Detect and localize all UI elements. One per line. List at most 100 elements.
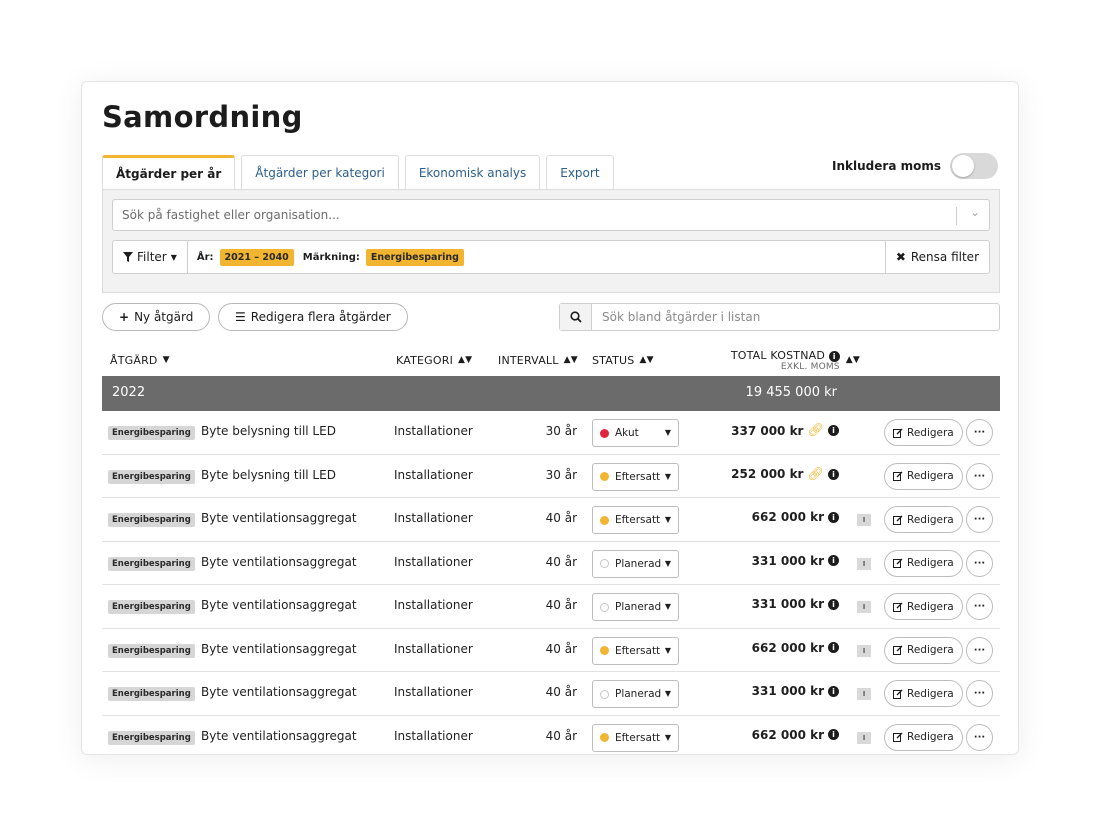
tab-export[interactable]: Export	[546, 155, 614, 189]
column-header-category[interactable]: KATEGORI ▲▼	[396, 344, 472, 376]
property-search-input[interactable]: Sök på fastighet eller organisation... ⌄	[112, 199, 990, 231]
status-select[interactable]: Planerad ▼	[592, 593, 679, 621]
info-icon[interactable]: i	[828, 729, 839, 740]
column-header-interval[interactable]: INTERVALL ▲▼	[498, 344, 578, 376]
edit-icon	[893, 645, 903, 655]
indicator-icon[interactable]: I	[857, 601, 871, 613]
indicator-icon[interactable]: I	[857, 731, 871, 744]
action-name[interactable]: Byte ventilationsaggregat	[201, 729, 357, 743]
edit-icon	[893, 689, 903, 699]
column-header-action[interactable]: ÅTGÄRD ▼	[110, 344, 170, 376]
marking-tag: Energibesparing	[108, 426, 195, 440]
column-header-status[interactable]: STATUS ▲▼	[592, 344, 654, 376]
bulk-edit-button[interactable]: ☰ Redigera flera åtgärder	[218, 303, 408, 331]
cost-value: 331 000 kr	[751, 553, 824, 568]
status-select[interactable]: Planerad ▼	[592, 549, 679, 578]
action-name[interactable]: Byte belysning till LED	[201, 468, 336, 482]
indicator-icon[interactable]: I	[857, 644, 871, 657]
link-icon[interactable]: 🔗︎	[807, 467, 824, 482]
more-options-button[interactable]: ···	[966, 723, 993, 751]
more-options-button[interactable]: ···	[966, 462, 993, 490]
cost-cell: 331 000 kr i	[752, 597, 839, 611]
tab-actions-per-category[interactable]: Åtgärder per kategori	[241, 155, 399, 189]
sort-icon: ▲▼	[563, 355, 578, 365]
info-icon[interactable]: i	[828, 598, 839, 610]
action-name[interactable]: Byte ventilationsaggregat	[201, 598, 357, 612]
edit-icon	[893, 732, 903, 742]
action-name[interactable]: Byte belysning till LED	[201, 424, 336, 438]
indicator-icon[interactable]: I	[857, 688, 871, 700]
info-icon[interactable]: i	[828, 350, 840, 362]
list-search-input[interactable]: Sök bland åtgärder i listan	[559, 303, 1000, 331]
search-placeholder: Sök på fastighet eller organisation...	[122, 208, 340, 222]
edit-button[interactable]: Redigera	[884, 680, 963, 707]
status-select[interactable]: Eftersatt ▼	[592, 723, 679, 752]
funnel-icon	[123, 252, 133, 262]
edit-button[interactable]: Redigera	[884, 723, 963, 751]
interval-cell: 40 år	[545, 598, 577, 612]
active-filters-bar: Filter ▼ År: 2021 – 2040 Märkning: Energ…	[112, 240, 990, 274]
action-name[interactable]: Byte ventilationsaggregat	[201, 685, 357, 699]
edit-button[interactable]: Redigera	[884, 593, 963, 620]
cost-cell: 662 000 kr i	[752, 641, 839, 655]
caret-down-icon: ▼	[170, 252, 177, 262]
edit-button[interactable]: Redigera	[884, 462, 963, 490]
column-label: TOTAL KOSTNAD	[730, 348, 826, 362]
tab-actions-per-year[interactable]: Åtgärder per år	[102, 155, 236, 189]
marking-filter-label: Märkning:	[302, 251, 360, 263]
filter-dropdown-button[interactable]: Filter ▼	[113, 241, 188, 273]
search-icon	[560, 304, 592, 330]
edit-button[interactable]: Redigera	[884, 506, 963, 533]
more-options-button[interactable]: ···	[966, 636, 993, 664]
edit-button[interactable]: Redigera	[884, 549, 963, 577]
info-icon[interactable]: i	[828, 685, 839, 697]
cost-cell: 331 000 kr i	[752, 684, 839, 698]
tab-economic-analysis[interactable]: Ekonomisk analys	[404, 155, 541, 189]
edit-label: Redigera	[907, 731, 954, 743]
more-options-button[interactable]: ···	[966, 549, 993, 577]
more-options-button[interactable]: ···	[966, 593, 993, 620]
edit-icon	[893, 515, 903, 525]
edit-button[interactable]: Redigera	[884, 636, 963, 664]
status-dot-icon	[600, 602, 609, 612]
link-icon[interactable]: 🔗︎	[807, 423, 824, 438]
edit-button[interactable]: Redigera	[884, 419, 963, 446]
year-filter-chip[interactable]: 2021 – 2040	[219, 248, 294, 266]
edit-label: Redigera	[907, 687, 954, 700]
status-select[interactable]: Eftersatt ▼	[592, 506, 679, 534]
cost-value: 252 000 kr	[731, 467, 804, 481]
status-select[interactable]: Eftersatt ▼	[592, 462, 679, 491]
info-icon[interactable]: i	[828, 642, 839, 653]
chevron-down-icon[interactable]: ⌄	[970, 205, 980, 219]
action-name[interactable]: Byte ventilationsaggregat	[201, 555, 357, 569]
new-action-button[interactable]: + Ny åtgärd	[102, 303, 211, 331]
caret-down-icon: ▼	[162, 355, 170, 365]
include-vat-toggle[interactable]	[950, 153, 998, 179]
more-options-button[interactable]: ···	[966, 680, 993, 707]
column-header-total[interactable]: TOTAL KOSTNAD i EXKL. MOMS ▲▼	[712, 344, 860, 376]
status-select[interactable]: Planerad ▼	[592, 680, 679, 708]
more-options-button[interactable]: ···	[966, 506, 993, 533]
group-total: 19 455 000 kr	[745, 385, 837, 400]
status-select[interactable]: Akut ▼	[592, 419, 679, 447]
cost-value: 331 000 kr	[751, 597, 824, 611]
indicator-icon[interactable]: I	[857, 514, 871, 526]
cost-value: 337 000 kr	[731, 423, 804, 438]
clear-filter-button[interactable]: ✖ Rensa filter	[884, 241, 989, 273]
info-icon[interactable]: i	[828, 511, 839, 523]
info-icon[interactable]: i	[828, 468, 839, 480]
column-label: INTERVALL	[498, 353, 559, 367]
action-name[interactable]: Byte ventilationsaggregat	[201, 511, 357, 525]
indicator-icon[interactable]: I	[857, 557, 871, 570]
status-label: Akut	[615, 427, 639, 439]
info-icon[interactable]: i	[828, 555, 839, 566]
info-icon[interactable]: i	[828, 425, 839, 436]
ellipsis-icon: ···	[973, 470, 986, 482]
status-select[interactable]: Eftersatt ▼	[592, 636, 679, 665]
list-icon: ☰	[235, 310, 246, 324]
more-options-button[interactable]: ···	[966, 419, 993, 446]
table-row: Energibesparing Byte ventilationsaggregat…	[102, 629, 1000, 672]
action-name[interactable]: Byte ventilationsaggregat	[201, 642, 357, 656]
marking-filter-chip[interactable]: Energibesparing	[365, 248, 464, 266]
total-header-title: TOTAL KOSTNAD i	[731, 349, 840, 362]
